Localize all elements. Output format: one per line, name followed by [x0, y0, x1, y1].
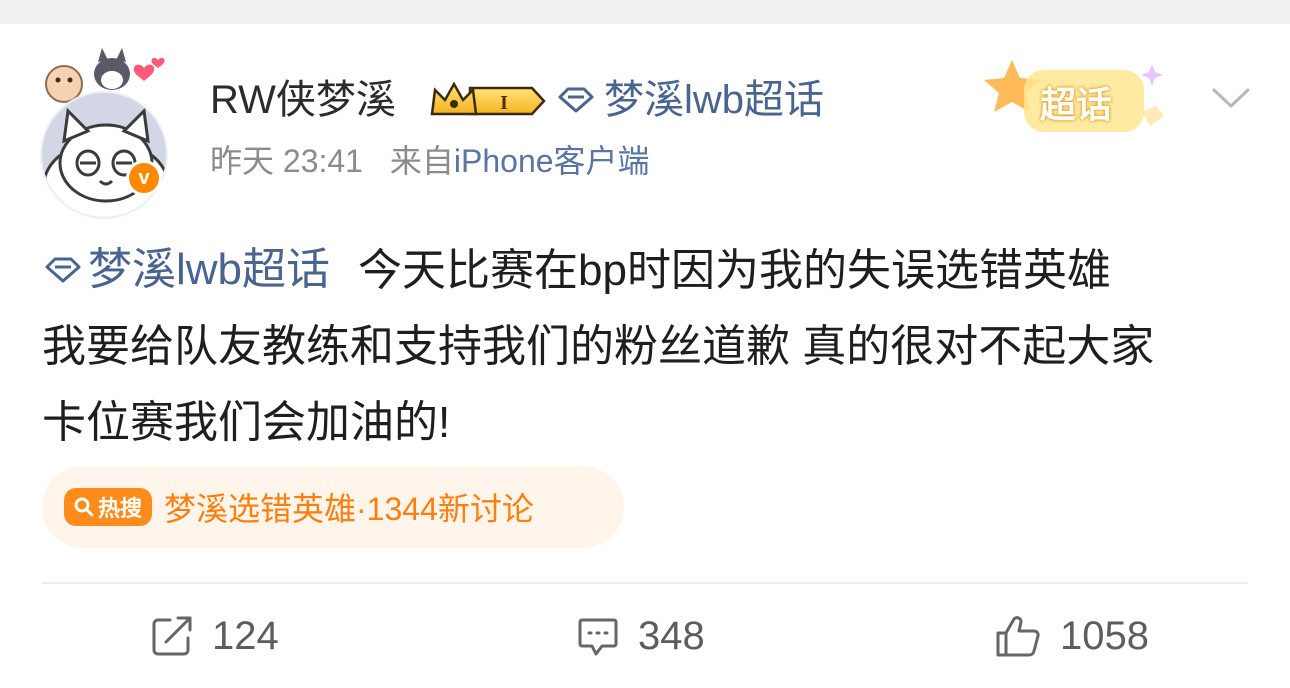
share-button[interactable]: 124: [150, 606, 279, 666]
verified-badge-icon: v: [126, 160, 162, 196]
post-content: 梦溪lwb超话 今天比赛在bp时因为我的失误选错英雄 我要给队友教练和支持我们的…: [42, 232, 1257, 461]
badge-level: I: [500, 92, 508, 114]
hot-search-tag: 热搜: [64, 488, 153, 526]
hot-search-tag-label: 热搜: [98, 496, 143, 521]
comment-icon: [578, 618, 618, 656]
avatar-cat-icon: [42, 93, 166, 217]
share-count: 124: [212, 613, 279, 658]
thumbs-up-icon: [996, 616, 1040, 657]
source-device-link[interactable]: iPhone客户端: [454, 143, 650, 179]
source-prefix: 来自: [389, 143, 454, 179]
content-topic-label: 梦溪lwb超话: [88, 245, 331, 294]
content-text-2: 我要给队友教练和支持我们的粉丝道歉 真的很对不起大家: [42, 322, 1155, 371]
chevron-down-icon[interactable]: [1208, 82, 1254, 112]
top-strip: [0, 0, 1290, 24]
post-meta: 昨天 23:41 来自iPhone客户端: [210, 140, 650, 182]
search-icon: [74, 497, 94, 517]
divider: [42, 582, 1248, 584]
content-text-1: 今天比赛在bp时因为我的失误选错英雄: [358, 246, 1111, 295]
avatar[interactable]: [40, 91, 168, 219]
content-line-1: 梦溪lwb超话 今天比赛在bp时因为我的失误选错英雄: [42, 232, 1257, 309]
sticker-label: 超话: [1040, 84, 1113, 125]
avatar-group[interactable]: v: [40, 46, 175, 219]
header-topic-label: 梦溪lwb超话: [604, 78, 825, 122]
like-button[interactable]: 1058: [994, 606, 1149, 666]
crown-level-badge-icon[interactable]: I: [430, 80, 548, 122]
author-name[interactable]: RW侠梦溪: [210, 74, 396, 126]
content-text-3: 卡位赛我们会加油的!: [42, 398, 451, 447]
diamond-icon: [558, 87, 594, 113]
comment-count: 348: [638, 613, 705, 658]
hot-search-pill[interactable]: 热搜 梦溪选错英雄·1344新讨论: [42, 466, 624, 548]
supertopic-sticker[interactable]: 超话: [982, 56, 1182, 146]
post-timestamp: 昨天 23:41: [210, 143, 363, 179]
content-topic-link[interactable]: 梦溪lwb超话: [42, 232, 330, 308]
header-topic-link[interactable]: 梦溪lwb超话: [556, 74, 824, 126]
comment-button[interactable]: 348: [576, 606, 705, 666]
diamond-icon: [45, 257, 81, 283]
share-icon: [152, 616, 192, 656]
hot-search-text: 梦溪选错英雄·1344新讨论: [164, 491, 534, 527]
like-count: 1058: [1060, 613, 1149, 658]
